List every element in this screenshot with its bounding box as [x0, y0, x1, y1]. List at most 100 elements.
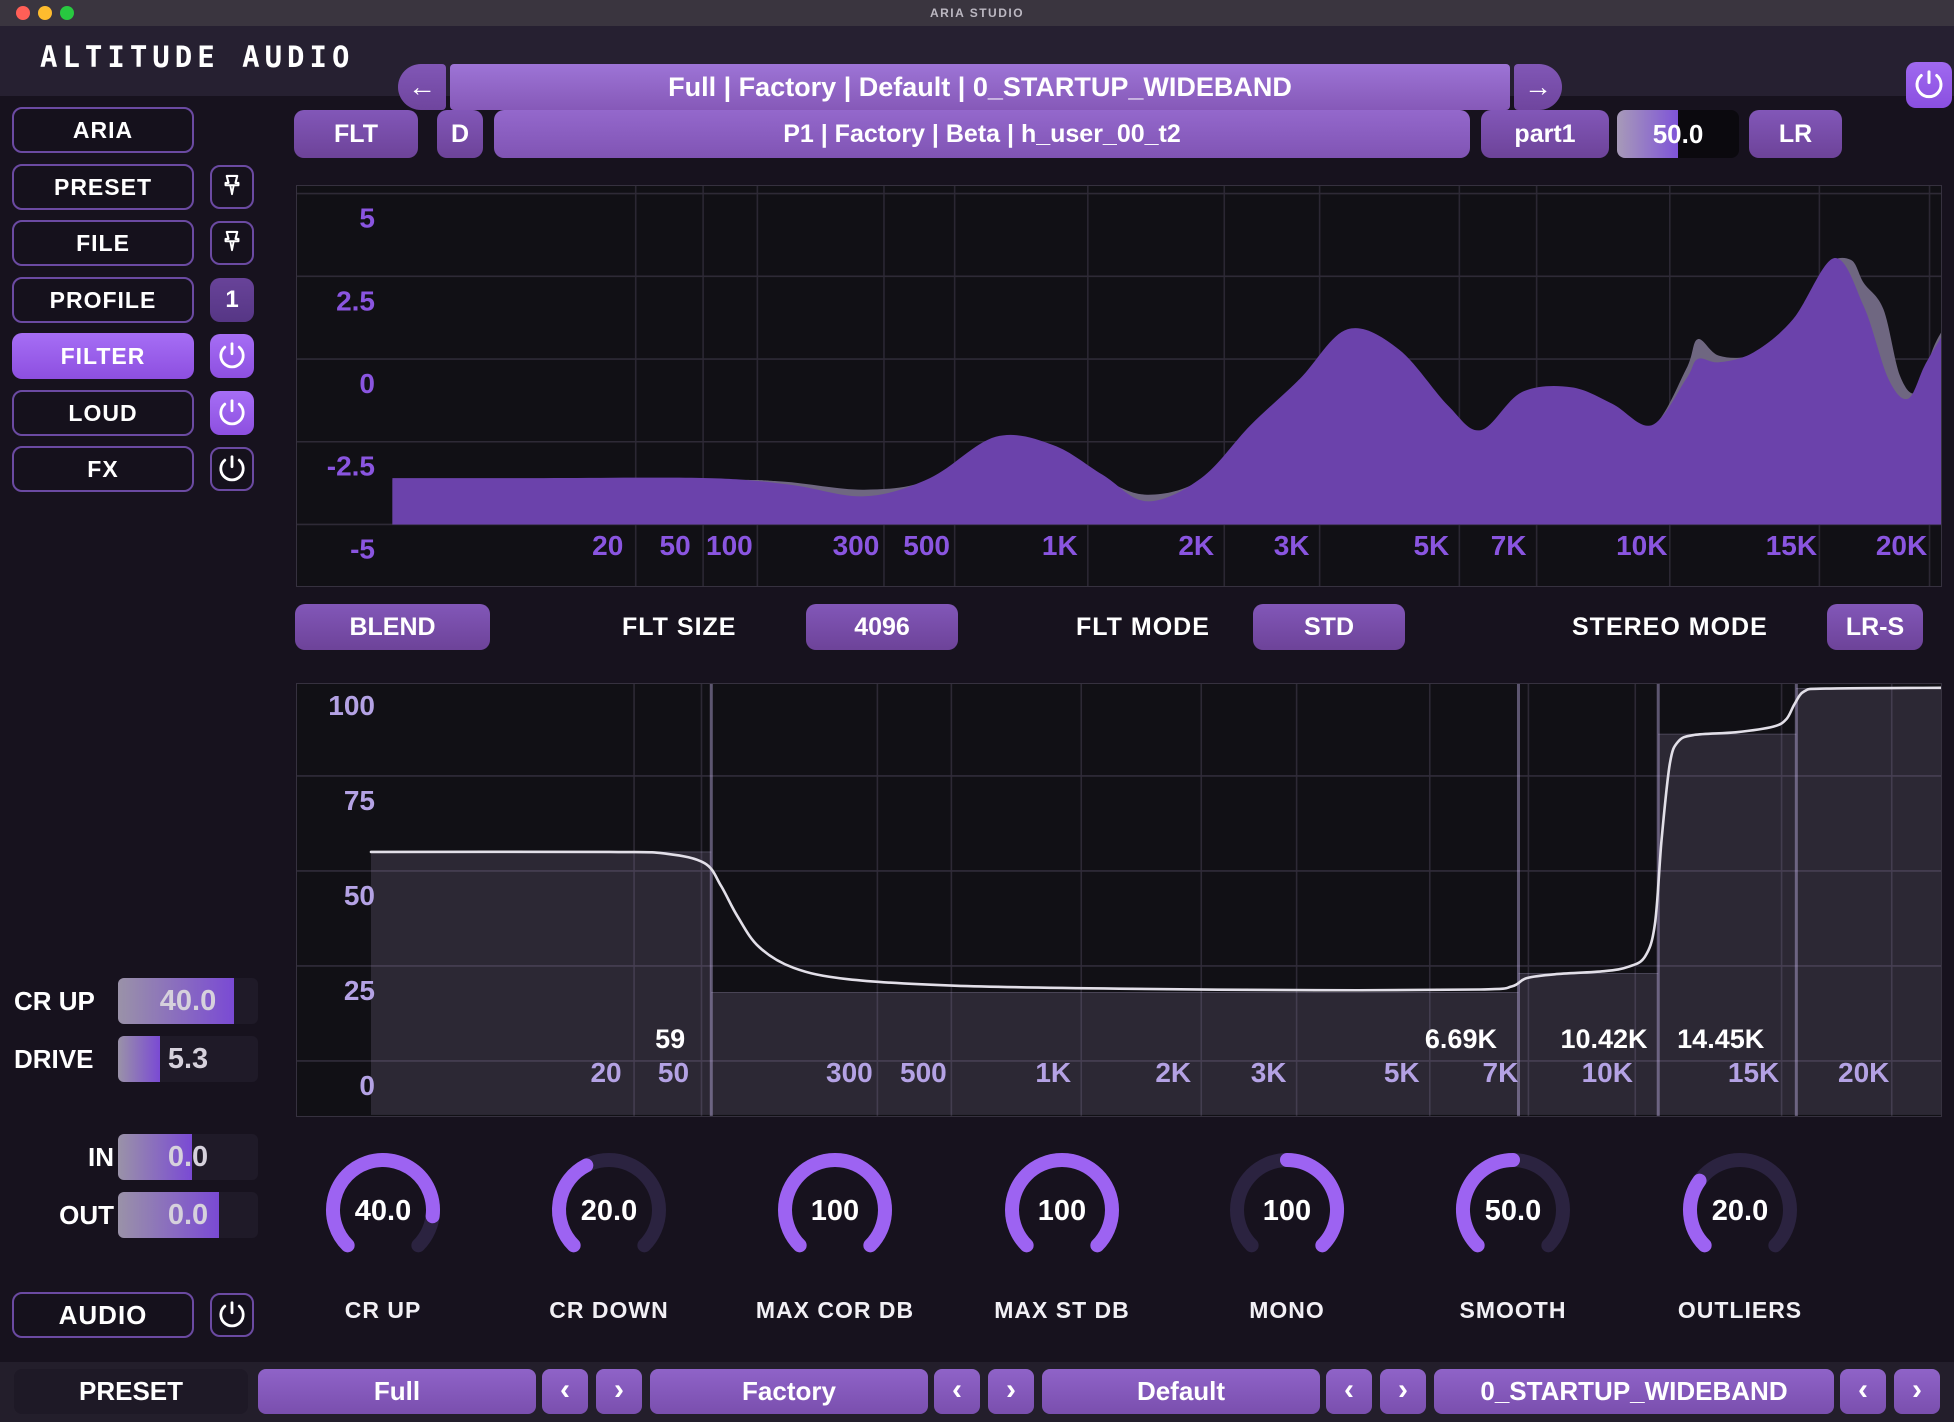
profile-count-button[interactable]: 1	[210, 278, 254, 322]
chevron-left-icon: ‹	[560, 1373, 570, 1407]
param-slider-cr-up[interactable]: 40.0	[118, 978, 258, 1024]
svg-text:3K: 3K	[1274, 530, 1310, 561]
knob-cr-up[interactable]: 40.0CR UP	[293, 1140, 473, 1336]
sidebar-item-filter[interactable]: FILTER	[12, 333, 194, 379]
param-label-cr-up: CR UP	[14, 978, 114, 1024]
svg-text:3K: 3K	[1251, 1057, 1287, 1088]
knob-arc: 20.0	[534, 1140, 684, 1290]
param-label-in: IN	[14, 1134, 114, 1180]
blend-analysis-chart[interactable]: 596.69K10.42K14.45K100755025020503005001…	[296, 683, 1942, 1117]
preset-level-2-prev-button[interactable]: ‹	[934, 1369, 980, 1414]
channel-lr-button[interactable]: LR	[1749, 110, 1842, 158]
svg-text:10K: 10K	[1582, 1057, 1633, 1088]
sidebar-item-label: LOUD	[68, 400, 137, 427]
preset-path-display[interactable]: Full | Factory | Default | 0_STARTUP_WID…	[450, 64, 1510, 110]
flt-size-label: FLT SIZE	[622, 604, 736, 650]
knob-max-cor-db[interactable]: 100 MAX COR DB	[745, 1140, 925, 1336]
stereo-mode-value-button[interactable]: LR-S	[1827, 604, 1923, 650]
sidebar-item-profile[interactable]: PROFILE	[12, 277, 194, 323]
power-button-filter[interactable]	[210, 334, 254, 378]
svg-text:5K: 5K	[1384, 1057, 1420, 1088]
audio-button[interactable]: AUDIO	[12, 1292, 194, 1338]
power-button-loud[interactable]	[210, 391, 254, 435]
filter-mix-value: 50.0	[1617, 110, 1739, 158]
pin-button-file[interactable]	[210, 221, 254, 265]
sidebar-item-file[interactable]: FILE	[12, 220, 194, 266]
knob-label: CR DOWN	[519, 1297, 699, 1324]
d-toggle-button[interactable]: D	[437, 110, 483, 158]
preset-level-1-next-button[interactable]: ›	[596, 1369, 642, 1414]
preset-level-3-prev-button[interactable]: ‹	[1326, 1369, 1372, 1414]
svg-text:75: 75	[344, 785, 375, 816]
chevron-right-icon: ›	[1398, 1373, 1408, 1407]
stereo-mode-label: STEREO MODE	[1572, 604, 1768, 650]
svg-text:500: 500	[900, 1057, 947, 1088]
preset-back-button[interactable]: ←	[398, 64, 446, 110]
flt-mode-value-button[interactable]: STD	[1253, 604, 1405, 650]
svg-text:50: 50	[344, 880, 375, 911]
knob-mono[interactable]: 100MONO	[1197, 1140, 1377, 1336]
knob-outliers[interactable]: 20.0 OUTLIERS	[1650, 1140, 1830, 1336]
preset-level-3-button[interactable]: Default	[1042, 1369, 1320, 1414]
preset-level-2-next-button[interactable]: ›	[988, 1369, 1034, 1414]
power-icon	[218, 342, 246, 370]
plugin-window: ARIA STUDIO ALTITUDE AUDIO ← Full | Fact…	[0, 0, 1954, 1422]
svg-text:100: 100	[328, 690, 375, 721]
filter-response-chart[interactable]: 52.50-2.5-520501003005001K2K3K5K7K10K15K…	[296, 185, 1942, 587]
crossover-annotation: 14.45K	[1677, 1024, 1765, 1054]
preset-forward-button[interactable]: →	[1514, 64, 1562, 110]
preset-level-4-button[interactable]: 0_STARTUP_WIDEBAND	[1434, 1369, 1834, 1414]
preset-bottom-bar: PRESETFull‹›Factory‹›Default‹›0_STARTUP_…	[0, 1362, 1954, 1422]
svg-text:5K: 5K	[1413, 530, 1449, 561]
slider-value: 40.0	[118, 978, 258, 1024]
preset-level-2-button[interactable]: Factory	[650, 1369, 928, 1414]
knob-arc: 100	[760, 1140, 910, 1290]
sidebar-item-fx[interactable]: FX	[12, 446, 194, 492]
svg-text:50: 50	[658, 1057, 689, 1088]
part-select-button[interactable]: part1	[1481, 110, 1609, 158]
preset-level-4-prev-button[interactable]: ‹	[1840, 1369, 1886, 1414]
knob-arc: 100	[987, 1140, 1137, 1290]
master-power-button[interactable]	[1906, 62, 1952, 108]
sidebar-item-label: PRESET	[54, 174, 152, 201]
brand-logo: ALTITUDE AUDIO	[40, 40, 354, 74]
svg-text:2K: 2K	[1155, 1057, 1191, 1088]
knob-label: OUTLIERS	[1650, 1297, 1830, 1324]
preset-bar-label-button[interactable]: PRESET	[14, 1369, 248, 1414]
titlebar: ARIA STUDIO	[0, 0, 1954, 26]
sidebar-item-label: PROFILE	[50, 287, 157, 314]
audio-power-button[interactable]	[210, 1293, 254, 1337]
sidebar-item-preset[interactable]: PRESET	[12, 164, 194, 210]
svg-text:20: 20	[590, 1057, 621, 1088]
param-slider-out[interactable]: 0.0	[118, 1192, 258, 1238]
flt-tab-button[interactable]: FLT	[294, 110, 418, 158]
blend-button[interactable]: BLEND	[295, 604, 490, 650]
svg-text:1K: 1K	[1035, 1057, 1071, 1088]
sidebar-item-aria[interactable]: ARIA	[12, 107, 194, 153]
param-slider-drive[interactable]: 5.3	[118, 1036, 258, 1082]
flt-size-value-button[interactable]: 4096	[806, 604, 958, 650]
filter-mix-slider[interactable]: 50.0	[1617, 110, 1739, 158]
svg-text:20: 20	[592, 530, 623, 561]
filter-patch-display[interactable]: P1 | Factory | Beta | h_user_00_t2	[494, 110, 1470, 158]
pin-button-preset[interactable]	[210, 165, 254, 209]
preset-level-1-button[interactable]: Full	[258, 1369, 536, 1414]
param-slider-in[interactable]: 0.0	[118, 1134, 258, 1180]
svg-text:0: 0	[359, 368, 375, 399]
sidebar-item-loud[interactable]: LOUD	[12, 390, 194, 436]
preset-level-3-next-button[interactable]: ›	[1380, 1369, 1426, 1414]
knob-cr-down[interactable]: 20.0 CR DOWN	[519, 1140, 699, 1336]
knob-arc: 100	[1212, 1140, 1362, 1290]
power-icon	[1914, 70, 1944, 100]
knob-max-st-db[interactable]: 100MAX ST DB	[972, 1140, 1152, 1336]
power-button-fx[interactable]	[210, 447, 254, 491]
knob-smooth[interactable]: 50.0SMOOTH	[1423, 1140, 1603, 1336]
preset-level-1-prev-button[interactable]: ‹	[542, 1369, 588, 1414]
knob-label: MAX COR DB	[745, 1297, 925, 1324]
preset-level-4-next-button[interactable]: ›	[1894, 1369, 1940, 1414]
svg-text:7K: 7K	[1483, 1057, 1519, 1088]
param-label-out: OUT	[14, 1192, 114, 1238]
profile-count-value: 1	[225, 286, 238, 314]
chevron-right-icon: ›	[1912, 1373, 1922, 1407]
knob-value: 20.0	[1712, 1195, 1768, 1227]
